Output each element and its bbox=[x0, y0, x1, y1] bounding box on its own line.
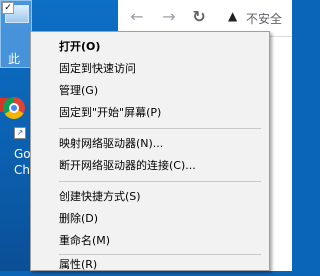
menu-item-delete[interactable]: 删除(D) bbox=[31, 208, 269, 230]
menu-item-disconnect-network-drive[interactable]: 断开网络驱动器的连接(C)... bbox=[31, 155, 269, 177]
chrome-icon[interactable] bbox=[3, 97, 25, 119]
warning-icon[interactable]: ▲ bbox=[228, 9, 237, 23]
context-menu: 打开(O) 固定到快速访问 管理(G) 固定到"开始"屏幕(P) 映射网络驱动器… bbox=[30, 31, 270, 271]
chrome-shortcut-label: Go Ch bbox=[14, 146, 31, 178]
menu-separator bbox=[59, 128, 261, 129]
forward-icon[interactable]: → bbox=[160, 8, 178, 26]
menu-item-rename[interactable]: 重命名(M) bbox=[31, 230, 269, 252]
chrome-label-line1: Go bbox=[14, 147, 31, 161]
selection-checkbox[interactable]: ✓ bbox=[2, 2, 14, 14]
menu-item-create-shortcut[interactable]: 创建快捷方式(S) bbox=[31, 186, 269, 208]
menu-item-manage[interactable]: 管理(G) bbox=[31, 80, 269, 102]
reload-icon[interactable]: ↻ bbox=[190, 8, 208, 26]
menu-separator bbox=[59, 181, 261, 182]
security-status-text[interactable]: 不安全 bbox=[246, 10, 282, 27]
menu-item-pin-quick-access[interactable]: 固定到快速访问 bbox=[31, 58, 269, 80]
this-pc-label: 此 bbox=[8, 52, 21, 66]
back-icon[interactable]: ← bbox=[128, 8, 146, 26]
menu-item-open[interactable]: 打开(O) bbox=[31, 36, 269, 58]
shortcut-arrow-icon: ↗ bbox=[14, 127, 26, 139]
menu-item-map-network-drive[interactable]: 映射网络驱动器(N)... bbox=[31, 133, 269, 155]
chrome-label-line2: Ch bbox=[14, 163, 30, 177]
menu-item-pin-start[interactable]: 固定到"开始"屏幕(P) bbox=[31, 102, 269, 124]
menu-item-properties[interactable]: 属性(R) bbox=[31, 254, 269, 276]
